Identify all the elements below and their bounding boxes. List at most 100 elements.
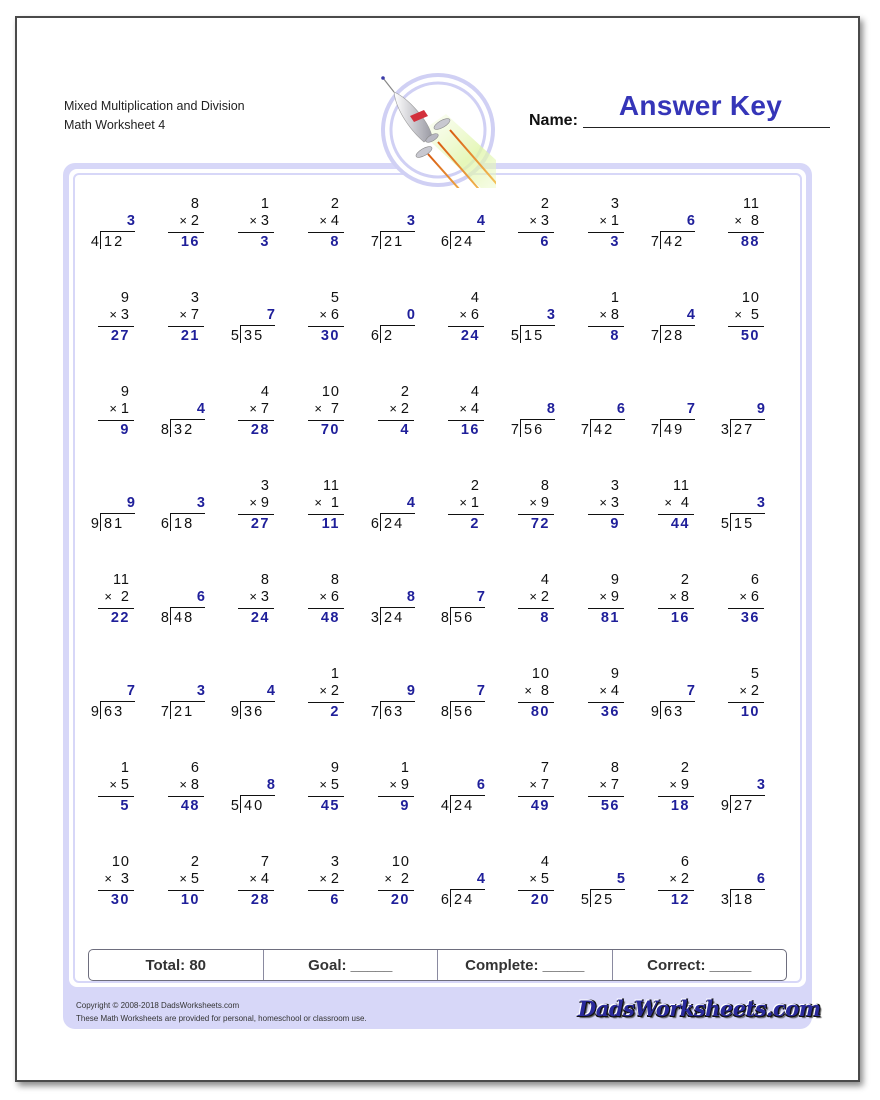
multiplication-problem: 1 × 2 2 <box>286 660 356 730</box>
multiplier-row: × 2 <box>384 871 410 887</box>
multiply-sign: × <box>249 871 258 886</box>
product-answer: 16 <box>180 234 200 250</box>
multiplication-problem: 10 × 3 30 <box>76 848 146 918</box>
total-count: Total: 80 <box>89 950 264 980</box>
multiplication-problem: 2 × 2 4 <box>356 378 426 448</box>
worksheet-title: Mixed Multiplication and Division Math W… <box>64 97 245 135</box>
copyright-notice: Copyright © 2008-2018 DadsWorksheets.com <box>76 1001 240 1010</box>
divisor: 7 <box>580 422 589 438</box>
multiplier-row: × 3 <box>529 213 550 229</box>
multiplier: 7 <box>260 401 270 417</box>
multiplicand: 1 <box>260 196 270 212</box>
multiplier: 1 <box>470 495 480 511</box>
answer-line <box>378 796 414 797</box>
multiply-sign: × <box>249 213 258 228</box>
quotient-answer: 4 <box>476 213 486 229</box>
multiplicand: 7 <box>540 760 550 776</box>
multiplication-problem: 10 × 7 70 <box>286 378 356 448</box>
multiply-sign: × <box>179 777 188 792</box>
product-answer: 56 <box>600 798 620 814</box>
divisor: 7 <box>650 234 659 250</box>
multiplication-problem: 2 × 9 18 <box>636 754 706 824</box>
multiplicand: 10 <box>391 854 410 870</box>
answer-line <box>448 514 484 515</box>
dividend: 63 <box>664 704 685 720</box>
answer-line <box>98 326 134 327</box>
dividend: 28 <box>664 328 685 344</box>
dividend: 24 <box>454 234 475 250</box>
quotient-answer: 4 <box>476 871 486 887</box>
dividend: 24 <box>384 516 405 532</box>
product-answer: 36 <box>600 704 620 720</box>
multiplication-problem: 6 × 2 12 <box>636 848 706 918</box>
multiply-sign: × <box>669 871 678 886</box>
divisor: 4 <box>440 798 449 814</box>
division-problem: 6 8 48 <box>146 566 216 636</box>
quotient-answer: 7 <box>476 589 486 605</box>
multiplicand: 3 <box>610 196 620 212</box>
multiplier-row: × 5 <box>529 871 550 887</box>
multiplier-row: × 1 <box>109 401 130 417</box>
division-problem: 7 5 35 <box>216 284 286 354</box>
multiply-sign: × <box>529 495 538 510</box>
dividend: 36 <box>244 704 265 720</box>
quotient-answer: 3 <box>756 777 766 793</box>
multiplicand: 2 <box>470 478 480 494</box>
division-problem: 6 7 42 <box>566 378 636 448</box>
multiplication-problem: 9 × 4 36 <box>566 660 636 730</box>
divisor: 9 <box>720 798 729 814</box>
product-answer: 28 <box>250 422 270 438</box>
multiply-sign: × <box>104 589 113 604</box>
multiplication-problem: 8 × 9 72 <box>496 472 566 542</box>
product-answer: 3 <box>610 234 620 250</box>
multiplier: 4 <box>470 401 480 417</box>
multiplicand: 6 <box>750 572 760 588</box>
multiplier: 3 <box>260 589 270 605</box>
quotient-answer: 8 <box>406 589 416 605</box>
product-answer: 70 <box>320 422 340 438</box>
multiplier: 2 <box>750 683 760 699</box>
quotient-answer: 3 <box>196 495 206 511</box>
division-problem: 3 5 15 <box>706 472 776 542</box>
answer-line <box>168 796 204 797</box>
multiply-sign: × <box>109 777 118 792</box>
multiplicand: 11 <box>742 196 760 212</box>
multiplier: 8 <box>745 213 760 229</box>
multiplier: 2 <box>540 589 550 605</box>
dividend: 2 <box>384 328 395 344</box>
dividend: 49 <box>664 422 685 438</box>
multiplicand: 7 <box>260 854 270 870</box>
multiplicand: 5 <box>330 290 340 306</box>
multiplicand: 11 <box>672 478 690 494</box>
multiplier-row: × 6 <box>319 589 340 605</box>
answer-line <box>238 514 274 515</box>
multiply-sign: × <box>669 777 678 792</box>
divisor: 8 <box>440 704 449 720</box>
name-value-answer-key: Answer Key <box>618 90 783 121</box>
product-answer: 10 <box>740 704 760 720</box>
division-problem: 0 62 <box>356 284 426 354</box>
multiplicand: 4 <box>540 572 550 588</box>
multiplier: 3 <box>120 307 130 323</box>
division-problem: 4 6 24 <box>356 472 426 542</box>
multiply-sign: × <box>179 213 188 228</box>
multiplicand: 4 <box>470 384 480 400</box>
multiplier: 1 <box>120 401 130 417</box>
multiplicand: 1 <box>120 760 130 776</box>
usage-notice: These Math Worksheets are provided for p… <box>76 1014 367 1023</box>
multiplication-problem: 1 × 5 5 <box>76 754 146 824</box>
multiplicand: 5 <box>750 666 760 682</box>
multiplicand: 9 <box>120 384 130 400</box>
multiply-sign: × <box>524 683 533 698</box>
dividend: 24 <box>454 798 475 814</box>
multiplicand: 6 <box>680 854 690 870</box>
multiplier: 9 <box>680 777 690 793</box>
product-answer: 11 <box>321 516 340 532</box>
product-answer: 27 <box>110 328 130 344</box>
dividend: 81 <box>104 516 125 532</box>
multiplier: 7 <box>190 307 200 323</box>
multiplicand: 10 <box>321 384 340 400</box>
multiplier: 9 <box>610 589 620 605</box>
dividend: 18 <box>734 892 755 908</box>
answer-line <box>518 608 554 609</box>
